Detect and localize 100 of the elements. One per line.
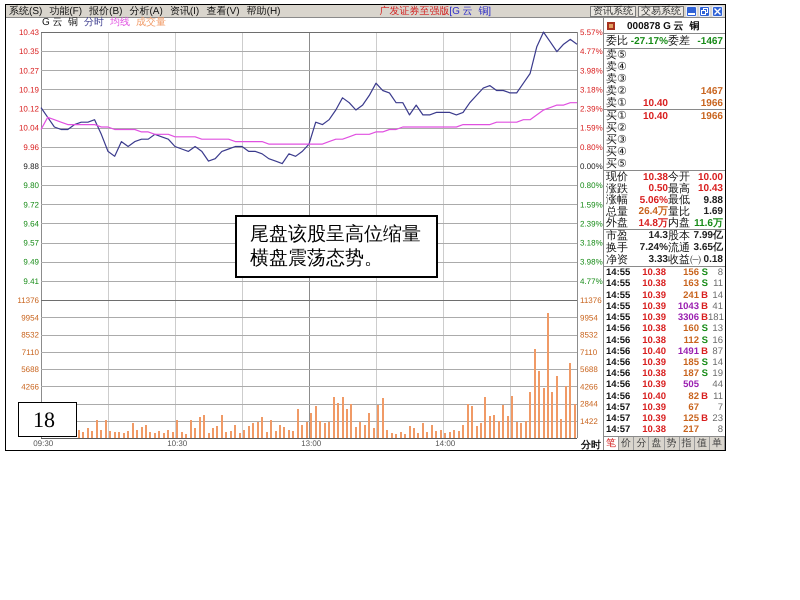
trade-volume: 185 [683,358,699,368]
order-volume: 1467 [700,86,723,96]
trade-time: 14:56 [606,324,630,334]
trade-side: B [701,392,708,402]
legend-label: 分时 [84,18,104,28]
bid-label: 买③ [606,134,627,146]
quote-label: 净资 [606,254,628,266]
trade-volume: 241 [683,290,699,301]
trade-volume: 112 [684,336,699,346]
trade-price: 10.39 [642,290,666,301]
trade-volume: 3306 [678,313,699,324]
volume-axis-label: 11376 [17,296,39,305]
percent-axis-label: 0.00% [580,162,603,171]
period-label: 分时 [581,440,601,450]
price-axis-label: 9.64 [23,219,39,228]
trade-time: 14:56 [606,369,630,380]
annotation-note: 尾盘该股呈高位缩量横盘震荡态势。 [235,215,438,278]
quote-label: 涨幅 [606,194,628,206]
time-axis-label: 09:30 [33,439,54,448]
volume-axis-label: 5688 [580,365,598,374]
trade-price: 10.38 [642,268,666,278]
quote-value: -27.17% [630,36,668,46]
time-axis-label: 10:30 [167,439,188,448]
trade-price: 10.39 [642,358,666,368]
trade-count: 41 [712,302,723,312]
trade-price: 10.39 [642,302,666,312]
quote-label: 现价 [606,171,628,183]
quote-label: 市盈 [606,230,628,242]
quote-label: 总量 [606,206,628,218]
trade-side: S [702,336,708,346]
trade-price: 10.38 [642,279,666,290]
trade-volume: 505 [683,380,699,390]
trade-volume: 67 [688,402,699,413]
quote-label: 收益㈠ [668,254,701,266]
trade-count: 11 [713,279,723,290]
trade-price: 10.39 [642,313,666,324]
trade-side: S [702,358,708,368]
quote-label: 最高 [668,182,690,194]
trade-price: 10.39 [642,380,666,390]
price-axis-label: 9.72 [23,200,39,210]
quote-label: 量比 [668,206,690,218]
quote-label: 最低 [668,194,690,206]
trade-time: 14:57 [606,425,630,436]
bid-label: 买① [606,110,627,122]
order-price: 10.40 [642,110,668,122]
quote-label: 流通 [668,242,690,254]
trade-side: B [701,414,708,424]
legend-label: 均线 [110,18,130,28]
ask-label: 卖② [606,85,627,97]
trade-time: 14:56 [606,358,630,368]
legend-label: 成交量 [136,18,166,28]
percent-axis-label: 1.59% [580,200,603,210]
percent-axis-label: 0.80% [580,181,603,190]
bid-label: 买④ [606,146,627,158]
quote-value: 11.6万 [694,218,723,228]
volume-axis-label: 4266 [580,382,598,392]
trade-side: S [702,268,708,278]
ask-label: 卖① [606,97,627,109]
quote-label: 内盘 [668,217,690,229]
trade-count: 8 [718,425,723,436]
order-volume: 1966 [700,110,723,122]
trade-time: 14:56 [606,346,630,357]
page-number: 18 [18,402,77,437]
trade-count: 7 [718,402,723,413]
percent-axis-label: 3.98% [580,258,603,267]
quote-value: 0.50 [648,183,668,194]
quote-value: 7.24% [640,242,668,253]
quote-label: 今开 [668,171,690,183]
percent-axis-label: 1.59% [580,124,603,133]
volume-axis-label: 9954 [580,313,598,322]
trade-count: 181 [708,313,724,324]
trade-price: 10.38 [642,324,666,334]
quote-label: 委比 [606,35,628,47]
quote-label: 涨跌 [606,182,628,194]
trade-side: B [701,313,708,324]
trade-volume: 156 [683,268,699,278]
quote-label: 委差 [668,35,690,47]
quote-value: 5.06% [640,194,668,206]
trade-time: 14:56 [606,380,630,390]
percent-axis-label: 3.18% [580,238,603,248]
volume-axis-label: 2844 [580,400,598,408]
volume-axis-label: 7110 [580,348,598,357]
quote-value: 0.18 [704,254,723,265]
quote-value: 3.65亿 [694,242,723,253]
percent-axis-label: 0.80% [580,142,603,152]
trade-price: 10.39 [642,402,666,413]
bid-label: 买⑤ [606,158,627,170]
trade-volume: 187 [683,369,699,380]
trade-volume: 1043 [678,302,699,312]
price-axis-label: 10.43 [18,28,39,37]
trade-side: S [702,279,708,290]
percent-axis-label: 4.77% [580,276,603,286]
time-axis-label: 13:00 [301,439,322,448]
price-axis-label: 10.35 [18,47,39,56]
quote-value: 1.69 [704,206,723,217]
trade-time: 14:55 [606,302,630,312]
price-axis-label: 10.19 [18,85,39,94]
trade-price: 10.38 [642,336,666,346]
quote-label: 股本 [668,230,690,242]
quote-label: 换手 [606,242,628,254]
